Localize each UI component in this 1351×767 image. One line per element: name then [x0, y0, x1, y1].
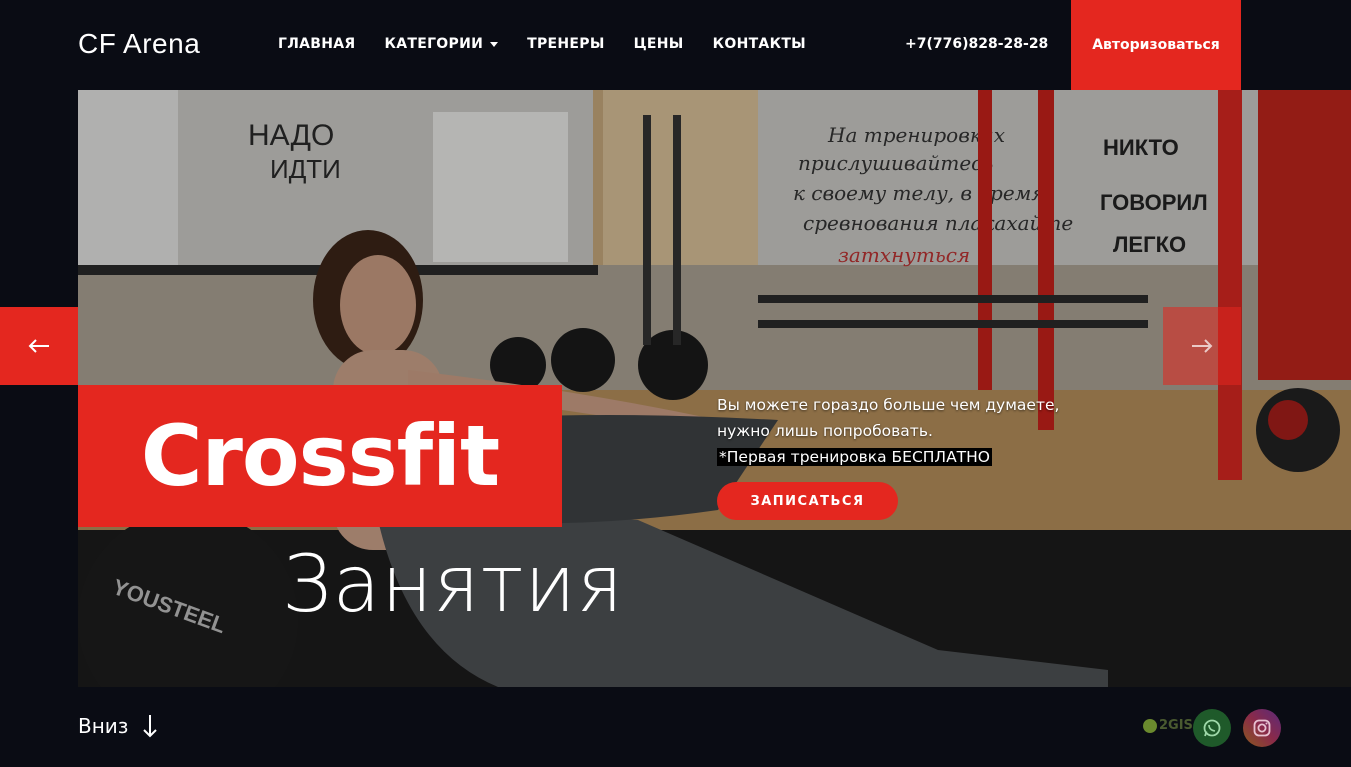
instagram-link[interactable] — [1243, 709, 1281, 747]
arrow-down-icon — [143, 715, 158, 738]
nav-item-categories[interactable]: КАТЕГОРИИ — [385, 36, 499, 52]
nav-item-trainers[interactable]: ТРЕНЕРЫ — [527, 36, 605, 52]
nav-item-label: ЦЕНЫ — [633, 36, 684, 52]
instagram-icon — [1253, 719, 1271, 737]
tagline-highlight: *Первая тренировка БЕСПЛАТНО — [717, 448, 993, 466]
hero-subtitle: Занятия — [282, 540, 624, 630]
nav-item-contacts[interactable]: КОНТАКТЫ — [713, 36, 806, 52]
nav-item-prices[interactable]: ЦЕНЫ — [634, 36, 684, 52]
nav-item-label: КАТЕГОРИИ — [384, 36, 484, 52]
phone-link[interactable]: +7(776)828-28-28 — [905, 36, 1048, 52]
scroll-down-label: Вниз — [78, 714, 129, 738]
nav-item-label: ГЛАВНАЯ — [278, 36, 356, 52]
whatsapp-icon — [1203, 719, 1221, 737]
hero-title-box: Crossfit — [78, 385, 562, 527]
caret-down-icon — [490, 41, 499, 47]
scroll-down-link[interactable]: Вниз — [78, 714, 158, 738]
nav-item-home[interactable]: ГЛАВНАЯ — [278, 36, 356, 52]
2gis-icon — [1143, 718, 1157, 733]
signup-button[interactable]: ЗАПИСАТЬСЯ — [717, 482, 898, 520]
arrow-left-icon — [28, 339, 49, 353]
tagline-line-2: нужно лишь попробовать. — [717, 422, 933, 440]
page: CF Arena ГЛАВНАЯ КАТЕГОРИИ ТРЕНЕРЫ ЦЕНЫ … — [0, 0, 1351, 767]
2gis-link[interactable]: 2GIS — [1143, 718, 1193, 733]
site-logo[interactable]: CF Arena — [78, 28, 200, 60]
slider-next-button[interactable] — [1163, 307, 1241, 385]
login-button[interactable]: Авторизоваться — [1071, 0, 1241, 90]
hero-title: Crossfit — [140, 407, 500, 505]
slider-prev-button[interactable] — [0, 307, 78, 385]
nav-item-label: ТРЕНЕРЫ — [527, 36, 605, 52]
hero-tagline: Вы можете гораздо больше чем думаете, ну… — [717, 392, 1117, 470]
tagline-line-1: Вы можете гораздо больше чем думаете, — [717, 396, 1060, 414]
arrow-right-icon — [1192, 339, 1213, 353]
whatsapp-link[interactable] — [1193, 709, 1231, 747]
nav-item-label: КОНТАКТЫ — [712, 36, 806, 52]
main-nav: ГЛАВНАЯ КАТЕГОРИИ ТРЕНЕРЫ ЦЕНЫ КОНТАКТЫ — [278, 36, 806, 52]
2gis-label: 2GIS — [1159, 718, 1193, 733]
